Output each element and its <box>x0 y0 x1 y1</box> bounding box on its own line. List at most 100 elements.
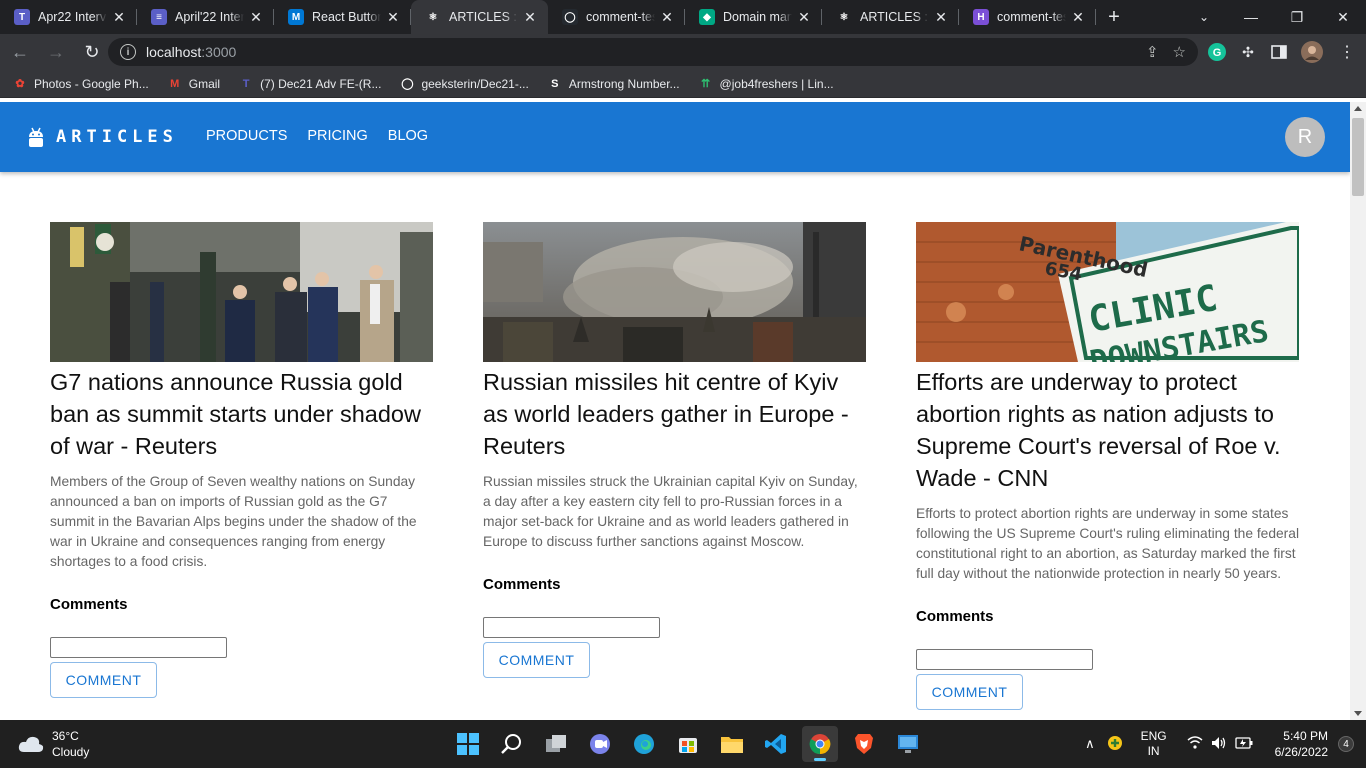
back-arrow-icon[interactable]: ← <box>4 36 36 68</box>
share-icon[interactable]: ⇪ <box>1146 43 1159 61</box>
article-description: Members of the Group of Seven wealthy na… <box>50 474 417 569</box>
brave-browser-icon[interactable] <box>846 726 882 762</box>
language-code: ENG <box>1140 729 1167 743</box>
nav-link-blog[interactable]: BLOG <box>378 128 438 144</box>
weather-widget[interactable]: 36°C Cloudy <box>18 728 89 760</box>
bookmark-item[interactable]: S Armstrong Number... <box>547 76 679 92</box>
comment-button[interactable]: COMMENT <box>483 642 590 678</box>
taskbar-apps <box>450 726 926 762</box>
cloud-icon <box>18 736 44 752</box>
tab-close-icon[interactable]: ✕ <box>248 9 264 26</box>
close-window-icon[interactable]: ✕ <box>1320 0 1366 34</box>
system-clock[interactable]: 5:40 PM 6/26/2022 <box>1275 728 1328 760</box>
side-panel-icon[interactable] <box>1268 41 1290 63</box>
scroll-up-icon[interactable] <box>1354 106 1362 111</box>
article-description: Efforts to protect abortion rights are u… <box>916 506 1300 581</box>
chevron-up-icon[interactable]: ∧ <box>1085 736 1095 752</box>
comment-button[interactable]: COMMENT <box>916 674 1023 710</box>
bookmark-item[interactable]: ✿ Photos - Google Ph... <box>12 76 148 92</box>
tab-close-icon[interactable]: ✕ <box>1070 9 1086 26</box>
volume-icon[interactable] <box>1211 736 1227 753</box>
article-card: G7 nations announce Russia gold ban as s… <box>50 222 433 698</box>
tab-close-icon[interactable]: ✕ <box>111 9 127 26</box>
comment-input[interactable] <box>483 617 660 638</box>
bookmark-favicon-icon: ✿ <box>15 78 25 90</box>
window-controls: — ❐ ✕ <box>1228 0 1366 34</box>
browser-tab[interactable]: ⚛ ARTICLES : React ✕ <box>411 0 548 34</box>
bookmark-item[interactable]: T (7) Dec21 Adv FE-(R... <box>238 76 382 92</box>
minimize-icon[interactable]: — <box>1228 0 1274 34</box>
file-explorer-icon[interactable] <box>714 726 750 762</box>
comment-input[interactable] <box>916 649 1093 670</box>
vpn-shield-icon[interactable] <box>1107 735 1123 754</box>
system-tray: ∧ ENG IN 5:40 PM 6/26/2022 4 <box>1085 720 1366 768</box>
notification-badge[interactable]: 4 <box>1338 736 1354 752</box>
forward-arrow-icon[interactable]: → <box>40 36 72 68</box>
browser-tab[interactable]: ◯ comment-testing ✕ <box>548 0 685 34</box>
site-info-icon[interactable]: i <box>120 44 136 60</box>
weather-condition: Cloudy <box>52 745 90 759</box>
start-windows-icon[interactable] <box>450 726 486 762</box>
wifi-icon[interactable] <box>1187 736 1203 752</box>
browser-tab[interactable]: Hcomment-testing ✕ <box>959 0 1096 34</box>
vscode-icon[interactable] <box>758 726 794 762</box>
tab-favicon-icon: ≡ <box>151 9 167 25</box>
grammarly-extension-icon[interactable]: G <box>1206 41 1228 63</box>
browser-tab[interactable]: ⚛ ARTICLES : React ✕ <box>822 0 959 34</box>
search-icon[interactable] <box>494 726 530 762</box>
tab-title: comment-testing <box>586 10 655 24</box>
remote-desktop-icon[interactable] <box>890 726 926 762</box>
main-nav: PRODUCTS PRICING BLOG <box>196 128 438 144</box>
tab-close-icon[interactable]: ✕ <box>796 9 812 26</box>
weather-temperature: 36°C <box>52 729 79 743</box>
comment-button[interactable]: COMMENT <box>50 662 157 698</box>
nav-link-pricing[interactable]: PRICING <box>297 128 377 144</box>
user-avatar[interactable]: R <box>1285 117 1325 157</box>
tab-search-icon[interactable]: ⌄ <box>1192 0 1216 34</box>
profile-avatar-icon[interactable] <box>1301 41 1323 63</box>
nav-link-products[interactable]: PRODUCTS <box>196 128 297 144</box>
tab-close-icon[interactable]: ✕ <box>385 9 401 26</box>
bookmark-label: @job4freshers | Lin... <box>719 76 834 91</box>
article-title: Russian missiles hit centre of Kyiv as w… <box>483 369 849 459</box>
battery-charging-icon[interactable] <box>1234 736 1253 752</box>
input-language[interactable]: ENG IN <box>1141 729 1167 759</box>
bookmark-label: geeksterin/Dec21-... <box>421 76 529 91</box>
tab-close-icon[interactable]: ✕ <box>933 9 949 26</box>
page-viewport: ARTICLES PRODUCTS PRICING BLOG R G7 nati… <box>0 102 1350 720</box>
new-tab-button[interactable]: + <box>1096 0 1132 34</box>
windows-taskbar: 36°C Cloudy ∧ ENG IN 5:40 PM 6/26/2022 4 <box>0 720 1366 768</box>
restore-icon[interactable]: ❐ <box>1274 0 1320 34</box>
browser-tab[interactable]: M React Button ✕ <box>274 0 411 34</box>
page-scrollbar[interactable] <box>1350 102 1366 720</box>
chrome-menu-icon[interactable]: ⋮ <box>1336 41 1358 63</box>
edge-browser-icon[interactable] <box>626 726 662 762</box>
bookmark-favicon-icon: ◯ <box>401 78 414 90</box>
comment-input[interactable] <box>50 637 227 658</box>
reload-icon[interactable]: ↻ <box>76 36 108 68</box>
browser-tab[interactable]: T Apr22 Interview ✕ <box>0 0 137 34</box>
teams-chat-icon[interactable] <box>582 726 618 762</box>
bookmark-favicon-icon: M <box>170 77 180 90</box>
tab-favicon-icon: M <box>288 9 304 25</box>
microsoft-store-icon[interactable] <box>670 726 706 762</box>
scroll-thumb[interactable] <box>1352 118 1364 196</box>
bookmark-star-icon[interactable]: ☆ <box>1173 43 1186 61</box>
bookmark-item[interactable]: ◯ geeksterin/Dec21-... <box>399 76 529 92</box>
tab-title: April'22 Interview <box>175 10 244 24</box>
browser-tab[interactable]: ≡ April'22 Interview ✕ <box>137 0 274 34</box>
tab-close-icon[interactable]: ✕ <box>659 9 675 26</box>
bookmark-item[interactable]: ⇈ @job4freshers | Lin... <box>698 76 834 92</box>
extensions-puzzle-icon[interactable]: ✣ <box>1237 41 1259 63</box>
chrome-browser-icon[interactable] <box>802 726 838 762</box>
tab-title: React Button <box>312 10 381 24</box>
task-view-icon[interactable] <box>538 726 574 762</box>
browser-tab[interactable]: ◆ Domain manager ✕ <box>685 0 822 34</box>
scroll-down-icon[interactable] <box>1354 711 1362 716</box>
brand-title[interactable]: ARTICLES <box>56 127 178 147</box>
url-port: :3000 <box>201 44 237 60</box>
address-bar[interactable]: i localhost:3000 ⇪ ☆ <box>108 38 1198 66</box>
bookmark-item[interactable]: M Gmail <box>167 76 220 92</box>
tab-close-icon[interactable]: ✕ <box>522 9 538 26</box>
tab-title: ARTICLES : React <box>449 10 518 24</box>
